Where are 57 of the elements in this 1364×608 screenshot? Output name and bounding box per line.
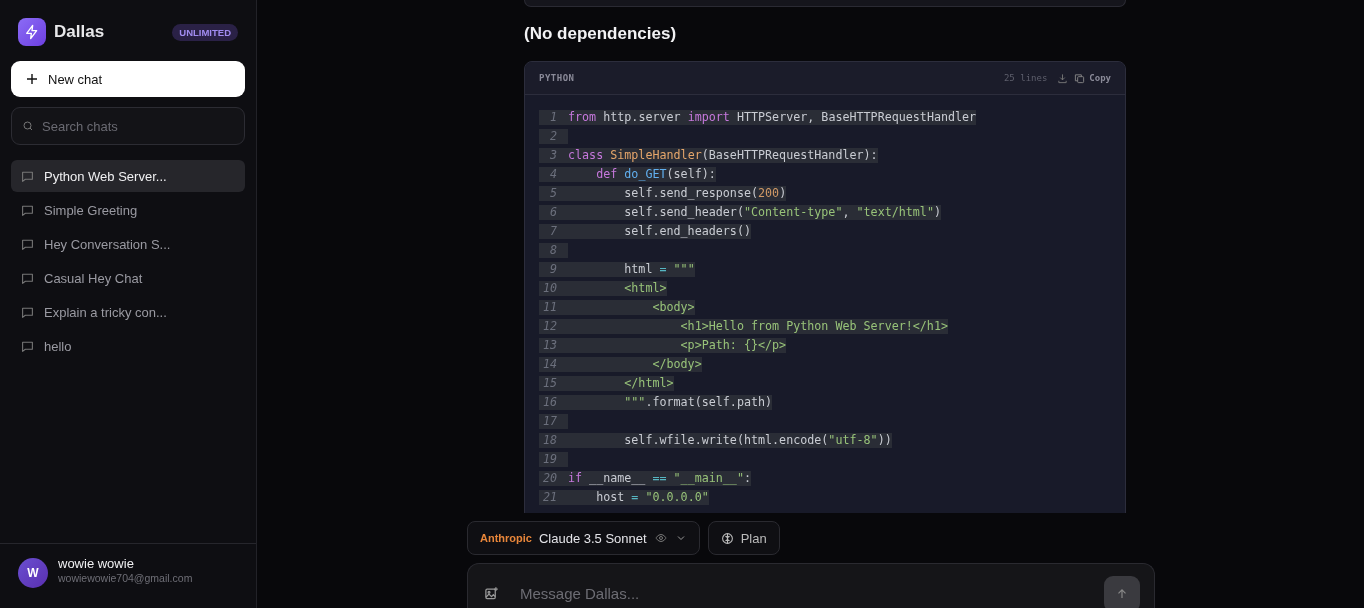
user-email: wowiewowie704@gmail.com	[58, 572, 193, 584]
user-name: wowie wowie	[58, 556, 135, 571]
user-avatar[interactable]: W	[18, 558, 48, 588]
chat-bubble-icon	[21, 237, 34, 251]
line-count: 25 lines	[1003, 73, 1048, 83]
line-number: 18	[539, 433, 568, 448]
chat-bubble-icon	[21, 169, 34, 183]
line-number: 8	[539, 243, 568, 258]
section-heading: (No dependencies)	[524, 24, 678, 44]
chat-item[interactable]: Simple Greeting	[11, 194, 245, 226]
search-field[interactable]: Search chats	[11, 107, 245, 145]
new-chat-button[interactable]: New chat	[11, 61, 245, 97]
eye-icon	[654, 532, 667, 544]
line-number: 6	[539, 205, 568, 220]
chat-bubble-icon	[21, 203, 34, 217]
chat-item[interactable]: hello	[11, 330, 245, 362]
line-number: 10	[539, 281, 568, 296]
image-add-icon[interactable]	[484, 586, 499, 601]
search-icon	[22, 120, 34, 132]
line-number: 21	[539, 490, 568, 505]
plan-button[interactable]: Plan	[707, 521, 780, 555]
line-number: 12	[539, 319, 568, 334]
code-language: PYTHON	[539, 73, 576, 83]
line-number: 2	[539, 129, 568, 144]
line-number: 9	[539, 262, 568, 277]
line-number: 15	[539, 376, 568, 391]
line-number: 4	[539, 167, 568, 182]
line-number: 17	[539, 414, 568, 429]
line-number: 3	[539, 148, 568, 163]
chat-item[interactable]: Hey Conversation S...	[11, 228, 245, 260]
plan-badge: UNLIMITED	[172, 23, 238, 41]
download-icon[interactable]	[1057, 72, 1069, 84]
model-selector[interactable]: Anthropic Claude 3.5 Sonnet	[467, 521, 700, 555]
line-number: 13	[539, 338, 568, 353]
chat-bubble-icon	[21, 305, 34, 319]
message-field[interactable]: Message Dallas...	[467, 563, 1155, 608]
line-number: 11	[539, 300, 568, 315]
line-number: 14	[539, 357, 568, 372]
copy-icon	[1074, 72, 1086, 84]
line-number: 16	[539, 395, 568, 410]
plus-icon	[26, 73, 38, 85]
brain-icon	[720, 531, 734, 545]
send-button[interactable]	[1104, 575, 1140, 608]
brand-name: Dallas	[54, 22, 106, 42]
chat-item[interactable]: Casual Hey Chat	[11, 262, 245, 294]
line-number: 20	[539, 471, 568, 486]
message-input[interactable]: Message Dallas...	[518, 584, 1085, 603]
chat-item[interactable]: Python Web Server...	[11, 160, 245, 192]
chat-bubble-icon	[21, 339, 34, 353]
line-number: 19	[539, 452, 568, 467]
chat-bubble-icon	[21, 271, 34, 285]
chat-item[interactable]: Explain a tricky con...	[11, 296, 245, 328]
line-number: 5	[539, 186, 568, 201]
logo-icon	[18, 18, 46, 46]
line-number: 1	[539, 110, 568, 125]
copy-button[interactable]: Copy	[1074, 72, 1111, 84]
line-number: 7	[539, 224, 568, 239]
